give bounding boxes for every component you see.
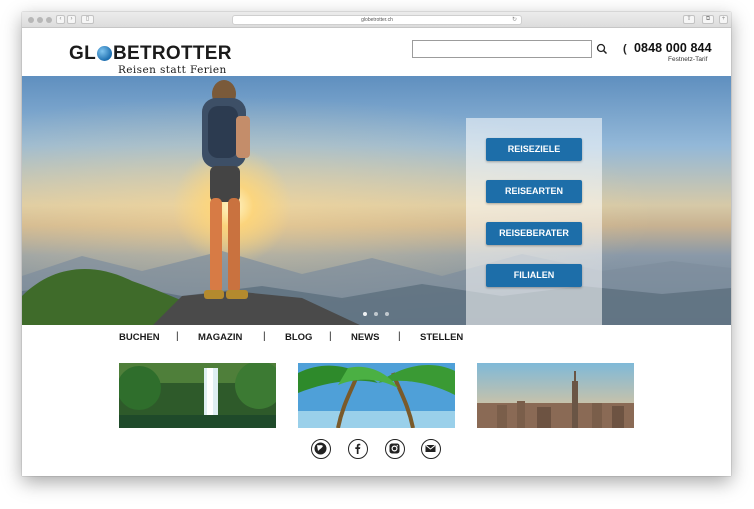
tabs-icon[interactable]: ⧉	[702, 15, 714, 24]
waterfall-thumbnail[interactable]	[119, 363, 276, 428]
phone-tariff-note: Festnetz-Tarif	[668, 56, 708, 63]
share-icon[interactable]: ⇧	[683, 15, 695, 24]
reiseziele-button[interactable]: REISEZIELE	[486, 138, 582, 161]
back-icon[interactable]: ‹	[56, 15, 65, 24]
new-york-skyline-image	[477, 363, 634, 428]
logo-text-end: BETROTTER	[113, 43, 232, 64]
close-window-dot[interactable]	[28, 17, 34, 23]
nav-separator: |	[398, 331, 401, 342]
site-tagline: Reisen statt Ferien	[118, 64, 227, 76]
globe-icon[interactable]	[311, 439, 331, 459]
globe-logo-icon	[97, 46, 112, 61]
site-logo[interactable]: GL BETROTTER	[69, 43, 232, 65]
address-bar-url: globetrotter.ch	[361, 17, 393, 23]
search-input[interactable]	[412, 40, 592, 58]
nav-item-stellen[interactable]: STELLEN	[420, 332, 463, 343]
address-bar[interactable]: globetrotter.ch ↻	[232, 15, 522, 25]
slider-dot-3[interactable]	[385, 312, 389, 316]
palm-beach-image	[298, 363, 455, 428]
forward-icon[interactable]: ›	[67, 15, 76, 24]
zoom-window-dot[interactable]	[46, 17, 52, 23]
main-navigation: BUCHEN | MAGAZIN | BLOG | NEWS | STELLEN	[22, 325, 731, 351]
instagram-icon[interactable]	[385, 439, 405, 459]
mail-icon[interactable]	[421, 439, 441, 459]
minimize-window-dot[interactable]	[37, 17, 43, 23]
phone-icon: (	[623, 43, 627, 55]
new-york-thumbnail[interactable]	[477, 363, 634, 428]
slider-dot-2[interactable]	[374, 312, 378, 316]
waterfall-image	[119, 363, 276, 428]
nav-item-buchen[interactable]: BUCHEN	[119, 332, 160, 343]
hero-banner: REISEZIELE REISEARTEN REISEBERATER FILIA…	[22, 76, 731, 325]
nav-item-magazin[interactable]: MAGAZIN	[198, 332, 242, 343]
nav-separator: |	[263, 331, 266, 342]
logo-text-start: GL	[69, 43, 96, 64]
palm-beach-thumbnail[interactable]	[298, 363, 455, 428]
phone-number[interactable]: 0848 000 844	[634, 41, 712, 55]
reisearten-button[interactable]: REISEARTEN	[486, 180, 582, 203]
browser-toolbar: ‹ › ▯ globetrotter.ch ↻ ⇧ ⧉ +	[22, 12, 731, 28]
nav-separator: |	[329, 331, 332, 342]
nav-separator: |	[176, 331, 179, 342]
search-icon[interactable]	[595, 42, 609, 56]
nav-item-news[interactable]: NEWS	[351, 332, 380, 343]
hero-menu-panel: REISEZIELE REISEARTEN REISEBERATER FILIA…	[466, 118, 602, 325]
sidebar-icon[interactable]: ▯	[81, 15, 94, 24]
reload-icon[interactable]: ↻	[512, 16, 517, 25]
hero-hiker-image	[202, 80, 250, 299]
nav-item-blog[interactable]: BLOG	[285, 332, 312, 343]
slider-dot-1[interactable]	[363, 312, 367, 316]
reiseberater-button[interactable]: REISEBERATER	[486, 222, 582, 245]
new-tab-icon[interactable]: +	[719, 15, 728, 24]
filialen-button[interactable]: FILIALEN	[486, 264, 582, 287]
facebook-icon[interactable]	[348, 439, 368, 459]
browser-window: ‹ › ▯ globetrotter.ch ↻ ⇧ ⧉ + ( 0848 000…	[22, 12, 731, 476]
